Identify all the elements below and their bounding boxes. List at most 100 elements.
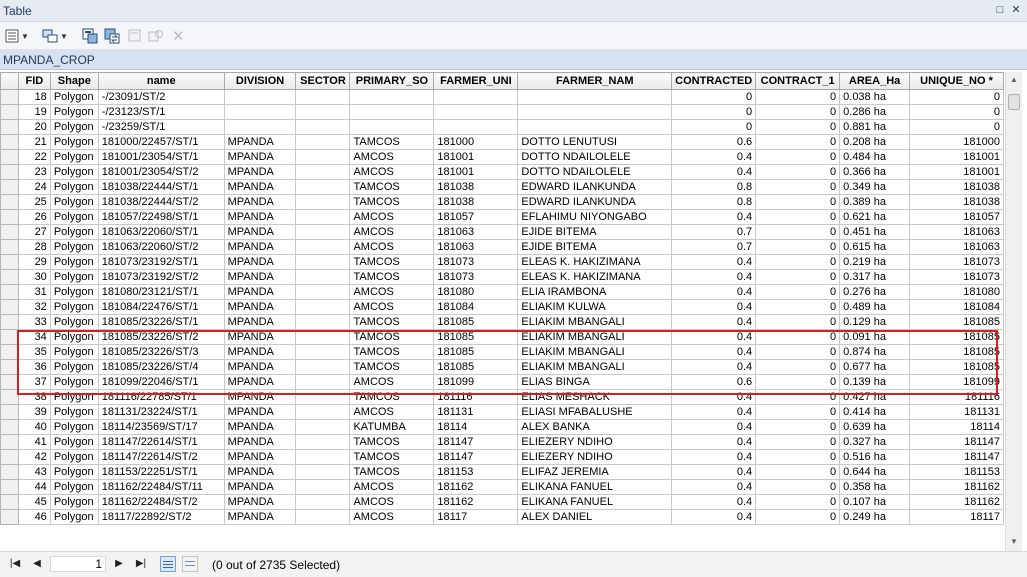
close-icon[interactable]: ✕ [1010, 4, 1022, 16]
table-row[interactable]: 33 Polygon 181085/23226/ST/1 MPANDA TAMCOS 18… [0, 314, 1004, 330]
table-row[interactable]: 36 Polygon 181085/23226/ST/4 MPANDA TAMCOS 18… [0, 359, 1004, 375]
table-row[interactable]: 29 Polygon 181073/23192/ST/1 MPANDA TAMCOS 18… [0, 254, 1004, 270]
table-row[interactable]: 45 Polygon 181162/22484/ST/2 MPANDA AMCOS 181… [0, 494, 1004, 510]
row-selector[interactable] [0, 149, 19, 165]
row-selector[interactable] [0, 464, 19, 480]
row-selector[interactable] [0, 239, 19, 255]
table-row[interactable]: 30 Polygon 181073/23192/ST/2 MPANDA TAMCOS 18… [0, 269, 1004, 285]
table-row[interactable]: 27 Polygon 181063/22060/ST/1 MPANDA AMCOS 181… [0, 224, 1004, 240]
column-header-sector[interactable]: SECTOR [295, 72, 351, 90]
row-selector[interactable] [0, 344, 19, 360]
table-cell: MPANDA [223, 149, 297, 165]
previous-record-icon[interactable]: ◀ [30, 558, 44, 569]
select-by-attributes-icon[interactable] [82, 27, 98, 45]
table-row[interactable]: 24 Polygon 181038/22444/ST/1 MPANDA TAMCOS 18… [0, 179, 1004, 195]
row-selector[interactable] [0, 449, 19, 465]
table-row[interactable]: 18 Polygon -/23091/ST/2 0 0 0.038 ha 0 [0, 89, 1004, 105]
column-header-division[interactable]: DIVISION [223, 72, 297, 90]
table-row[interactable]: 32 Polygon 181084/22476/ST/1 MPANDA AMCOS 181… [0, 299, 1004, 315]
table-cell: 0.4 [671, 164, 757, 180]
table-row[interactable]: 35 Polygon 181085/23226/ST/3 MPANDA TAMCOS 18… [0, 344, 1004, 360]
row-selector[interactable] [0, 119, 19, 135]
table-cell [295, 494, 351, 510]
column-header-farmer-uni[interactable]: FARMER_UNI [433, 72, 519, 90]
table-row[interactable]: 39 Polygon 181131/23224/ST/1 MPANDA AMCOS 181… [0, 404, 1004, 420]
table-row[interactable]: 21 Polygon 181000/22457/ST/1 MPANDA TAMCOS 18… [0, 134, 1004, 150]
column-header-unique-no[interactable]: UNIQUE_NO * [909, 72, 1004, 90]
row-selector[interactable] [0, 509, 19, 525]
column-header-farmer-nam[interactable]: FARMER_NAM [517, 72, 673, 90]
row-selector[interactable] [0, 434, 19, 450]
row-selector[interactable] [0, 419, 19, 435]
column-header-contract-1[interactable]: CONTRACT_1 [755, 72, 841, 90]
row-selector[interactable] [0, 359, 19, 375]
row-selector[interactable] [0, 329, 19, 345]
row-selector[interactable] [0, 404, 19, 420]
table-row[interactable]: 43 Polygon 181153/22251/ST/1 MPANDA TAMCOS 18… [0, 464, 1004, 480]
column-header-name[interactable]: name [97, 72, 225, 90]
scroll-up-icon[interactable]: ▲ [1006, 72, 1022, 88]
row-selector[interactable] [0, 179, 19, 195]
attribute-table[interactable]: FID Shape name DIVISION SECTOR PRIMARY_SO FARM… [0, 72, 1004, 551]
vertical-scrollbar[interactable]: ▲ ▼ [1005, 72, 1022, 551]
scroll-down-icon[interactable]: ▼ [1006, 534, 1022, 550]
table-row[interactable]: 38 Polygon 181116/22785/ST/1 MPANDA TAMCOS 18… [0, 389, 1004, 405]
first-record-icon[interactable]: |◀ [8, 558, 22, 569]
zoom-to-selected-icon[interactable] [148, 27, 164, 45]
table-row[interactable]: 19 Polygon -/23123/ST/1 0 0 0.286 ha 0 [0, 104, 1004, 120]
table-row[interactable]: 22 Polygon 181001/23054/ST/1 MPANDA AMCOS 181… [0, 149, 1004, 165]
select-all-cell[interactable] [0, 72, 19, 90]
table-row[interactable]: 34 Polygon 181085/23226/ST/2 MPANDA TAMCOS 18… [0, 329, 1004, 345]
row-selector[interactable] [0, 134, 19, 150]
column-header-contracted[interactable]: CONTRACTED [671, 72, 757, 90]
table-row[interactable]: 23 Polygon 181001/23054/ST/2 MPANDA AMCOS 181… [0, 164, 1004, 180]
row-selector[interactable] [0, 164, 19, 180]
table-options-icon[interactable]: ▼ [5, 27, 29, 45]
row-selector[interactable] [0, 104, 19, 120]
scroll-thumb[interactable] [1008, 94, 1020, 110]
table-row[interactable]: 37 Polygon 181099/22046/ST/1 MPANDA AMCOS 181… [0, 374, 1004, 390]
table-row[interactable]: 40 Polygon 18114/23569/ST/17 MPANDA KATUMBA 1… [0, 419, 1004, 435]
row-selector[interactable] [0, 254, 19, 270]
table-cell: 0.4 [671, 404, 757, 420]
table-row[interactable]: 31 Polygon 181080/23121/ST/1 MPANDA AMCOS 181… [0, 284, 1004, 300]
tab-mpanda-crop[interactable]: MPANDA_CROP [3, 53, 95, 67]
table-row[interactable]: 26 Polygon 181057/22498/ST/1 MPANDA AMCOS 181… [0, 209, 1004, 225]
table-row[interactable]: 25 Polygon 181038/22444/ST/2 MPANDA TAMCOS 18… [0, 194, 1004, 210]
related-tables-icon[interactable]: ▼ [42, 27, 68, 45]
table-cell [295, 89, 351, 105]
column-header-area-ha[interactable]: AREA_Ha [839, 72, 911, 90]
table-row[interactable]: 20 Polygon -/23259/ST/1 0 0 0.881 ha 0 [0, 119, 1004, 135]
row-selector[interactable] [0, 194, 19, 210]
row-selector[interactable] [0, 314, 19, 330]
restore-icon[interactable]: □ [994, 4, 1006, 16]
table-cell: 46 [17, 509, 51, 525]
last-record-icon[interactable]: ▶| [134, 558, 148, 569]
table-row[interactable]: 28 Polygon 181063/22060/ST/2 MPANDA AMCOS 181… [0, 239, 1004, 255]
column-header-fid[interactable]: FID [17, 72, 51, 90]
row-selector[interactable] [0, 269, 19, 285]
table-row[interactable]: 46 Polygon 18117/22892/ST/2 MPANDA AMCOS 1811… [0, 509, 1004, 525]
row-selector[interactable] [0, 284, 19, 300]
column-header-primary-so[interactable]: PRIMARY_SO [349, 72, 435, 90]
current-record-input[interactable] [50, 556, 106, 572]
table-cell: 0 [909, 119, 1004, 135]
delete-selected-icon[interactable]: ✕ [172, 27, 185, 45]
table-row[interactable]: 42 Polygon 181147/22614/ST/2 MPANDA TAMCOS 18… [0, 449, 1004, 465]
row-selector[interactable] [0, 389, 19, 405]
row-selector[interactable] [0, 299, 19, 315]
row-selector[interactable] [0, 209, 19, 225]
column-header-shape[interactable]: Shape [49, 72, 99, 90]
next-record-icon[interactable]: ▶ [112, 558, 126, 569]
switch-selection-icon[interactable] [104, 27, 120, 45]
row-selector[interactable] [0, 89, 19, 105]
show-selected-records-icon[interactable] [182, 556, 198, 572]
row-selector[interactable] [0, 479, 19, 495]
row-selector[interactable] [0, 224, 19, 240]
row-selector[interactable] [0, 374, 19, 390]
table-row[interactable]: 44 Polygon 181162/22484/ST/11 MPANDA AMCOS 18… [0, 479, 1004, 495]
table-row[interactable]: 41 Polygon 181147/22614/ST/1 MPANDA TAMCOS 18… [0, 434, 1004, 450]
show-all-records-icon[interactable] [160, 556, 176, 572]
row-selector[interactable] [0, 494, 19, 510]
clear-selection-icon[interactable] [128, 27, 142, 45]
